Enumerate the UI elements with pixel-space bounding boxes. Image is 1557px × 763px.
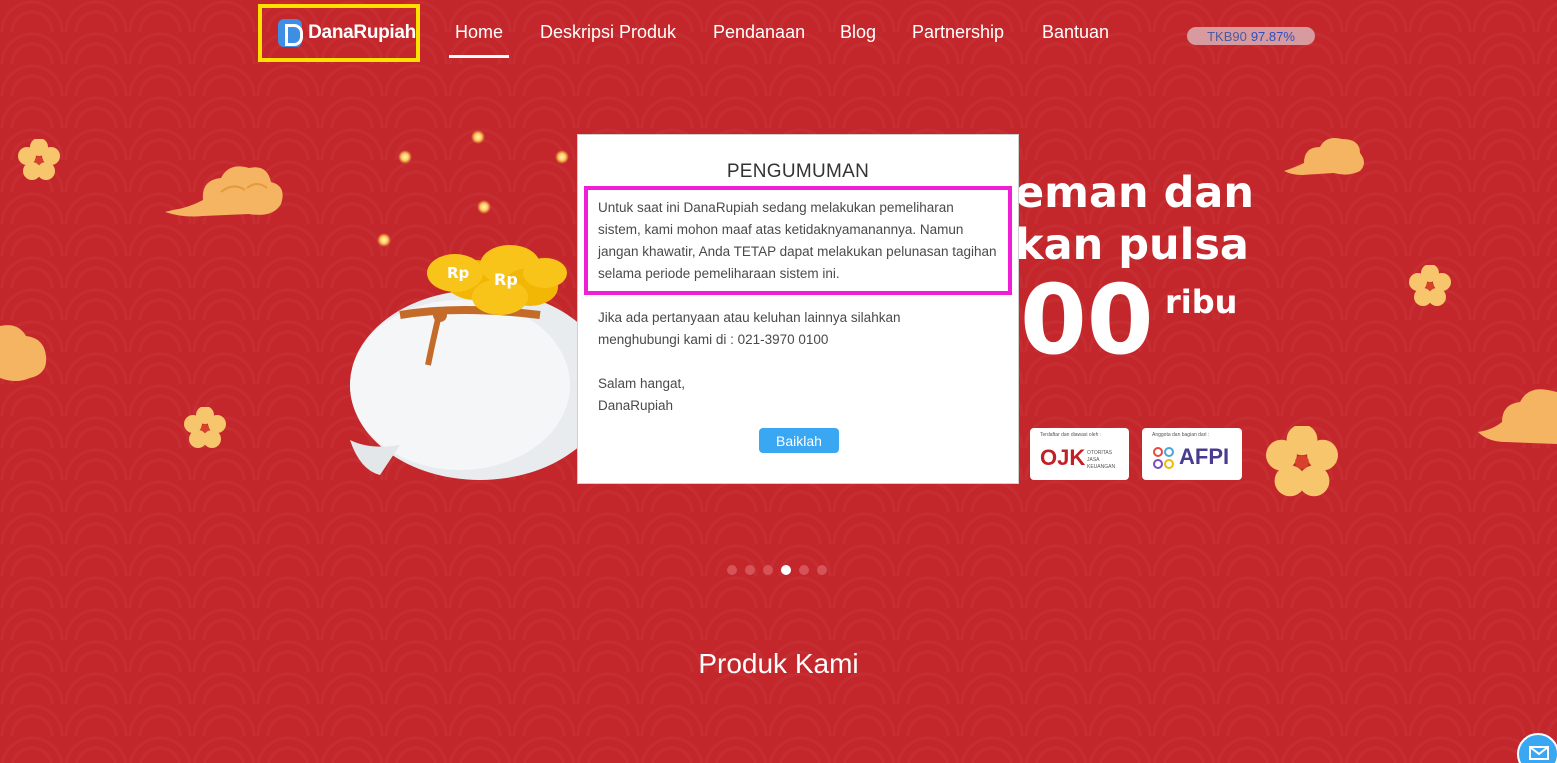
afpi-badge: Anggota dan bagian dari : AFPI (1142, 428, 1242, 480)
carousel-dot-active[interactable] (781, 565, 791, 575)
hero-unit: ribu (1165, 283, 1238, 321)
section-title: Produk Kami (698, 648, 859, 679)
hero-amount: 00 (1020, 264, 1154, 376)
ojk-badge-caption: Terdaftar dan diawasi oleh : (1040, 432, 1102, 438)
flower-decoration-4 (1266, 426, 1338, 497)
sparkle-decoration (477, 200, 491, 214)
tkb-value: 97.87% (1250, 28, 1295, 44)
modal-signature: DanaRupiah (598, 398, 674, 413)
modal-greeting: Salam hangat, (598, 376, 686, 391)
sparkle-decoration (398, 150, 412, 164)
carousel-dot[interactable] (817, 565, 827, 575)
nav-home[interactable]: Home (448, 22, 510, 58)
afpi-logo-icon (1153, 447, 1174, 469)
nav-deskripsi-produk[interactable]: Deskripsi Produk (540, 22, 676, 43)
envelope-icon (1529, 746, 1549, 760)
ojk-badge-subtitle: OTORITAS JASA KEUANGAN (1087, 450, 1116, 470)
flower-decoration-1 (18, 139, 60, 180)
sparkle-decoration (471, 130, 485, 144)
nav-partnership[interactable]: Partnership (912, 22, 1004, 43)
flower-decoration-2 (184, 407, 226, 448)
modal-title: PENGUMUMAN (726, 161, 870, 182)
logo-text: DanaRupiah (308, 22, 416, 43)
carousel-dot[interactable] (745, 565, 755, 575)
modal-maintenance-text: Untuk saat ini DanaRupiah sedang melakuk… (598, 200, 997, 281)
afpi-badge-caption: Anggota dan bagian dari : (1152, 432, 1210, 438)
afpi-logo-text: AFPI (1179, 444, 1230, 469)
baiklah-button[interactable]: Baiklah (759, 428, 839, 453)
modal-contact-text: Jika ada pertanyaan atau keluhan lainnya… (598, 310, 901, 347)
site-logo[interactable]: DanaRupiah (258, 4, 420, 62)
coin-label: Rp (494, 270, 518, 289)
hero-line-2: kan pulsa (1015, 220, 1249, 270)
announcement-modal: PENGUMUMAN Untuk saat ini DanaRupiah sed… (577, 134, 1019, 484)
nav-bantuan[interactable]: Bantuan (1042, 22, 1109, 43)
coin-label: Rp (447, 264, 470, 282)
contact-mail-button[interactable] (1517, 733, 1557, 763)
sparkle-decoration (555, 150, 569, 164)
nav-blog[interactable]: Blog (840, 22, 876, 43)
cloud-decoration-right-top (1284, 138, 1364, 175)
cloud-decoration-left-mid (0, 325, 47, 381)
nav-pendanaan[interactable]: Pendanaan (713, 22, 805, 43)
carousel-dot[interactable] (763, 565, 773, 575)
ojk-badge: Terdaftar dan diawasi oleh : OJK OTORITA… (1030, 428, 1129, 480)
ojk-logo-text: OJK (1040, 445, 1086, 470)
tkb-label: TKB90 (1207, 28, 1247, 44)
cloud-decoration-right-bottom (1478, 389, 1557, 444)
cloud-decoration-left (165, 166, 283, 217)
carousel-dot[interactable] (799, 565, 809, 575)
hero-line-1: eman dan (1015, 168, 1254, 218)
danarupiah-logo-icon (278, 19, 304, 47)
flower-decoration-3 (1409, 265, 1451, 306)
tkb-badge: TKB90 97.87% (1187, 27, 1315, 45)
site-header: DanaRupiah Home Deskripsi Produk Pendana… (0, 0, 1557, 64)
carousel-dot[interactable] (727, 565, 737, 575)
carousel-dots (727, 565, 827, 575)
